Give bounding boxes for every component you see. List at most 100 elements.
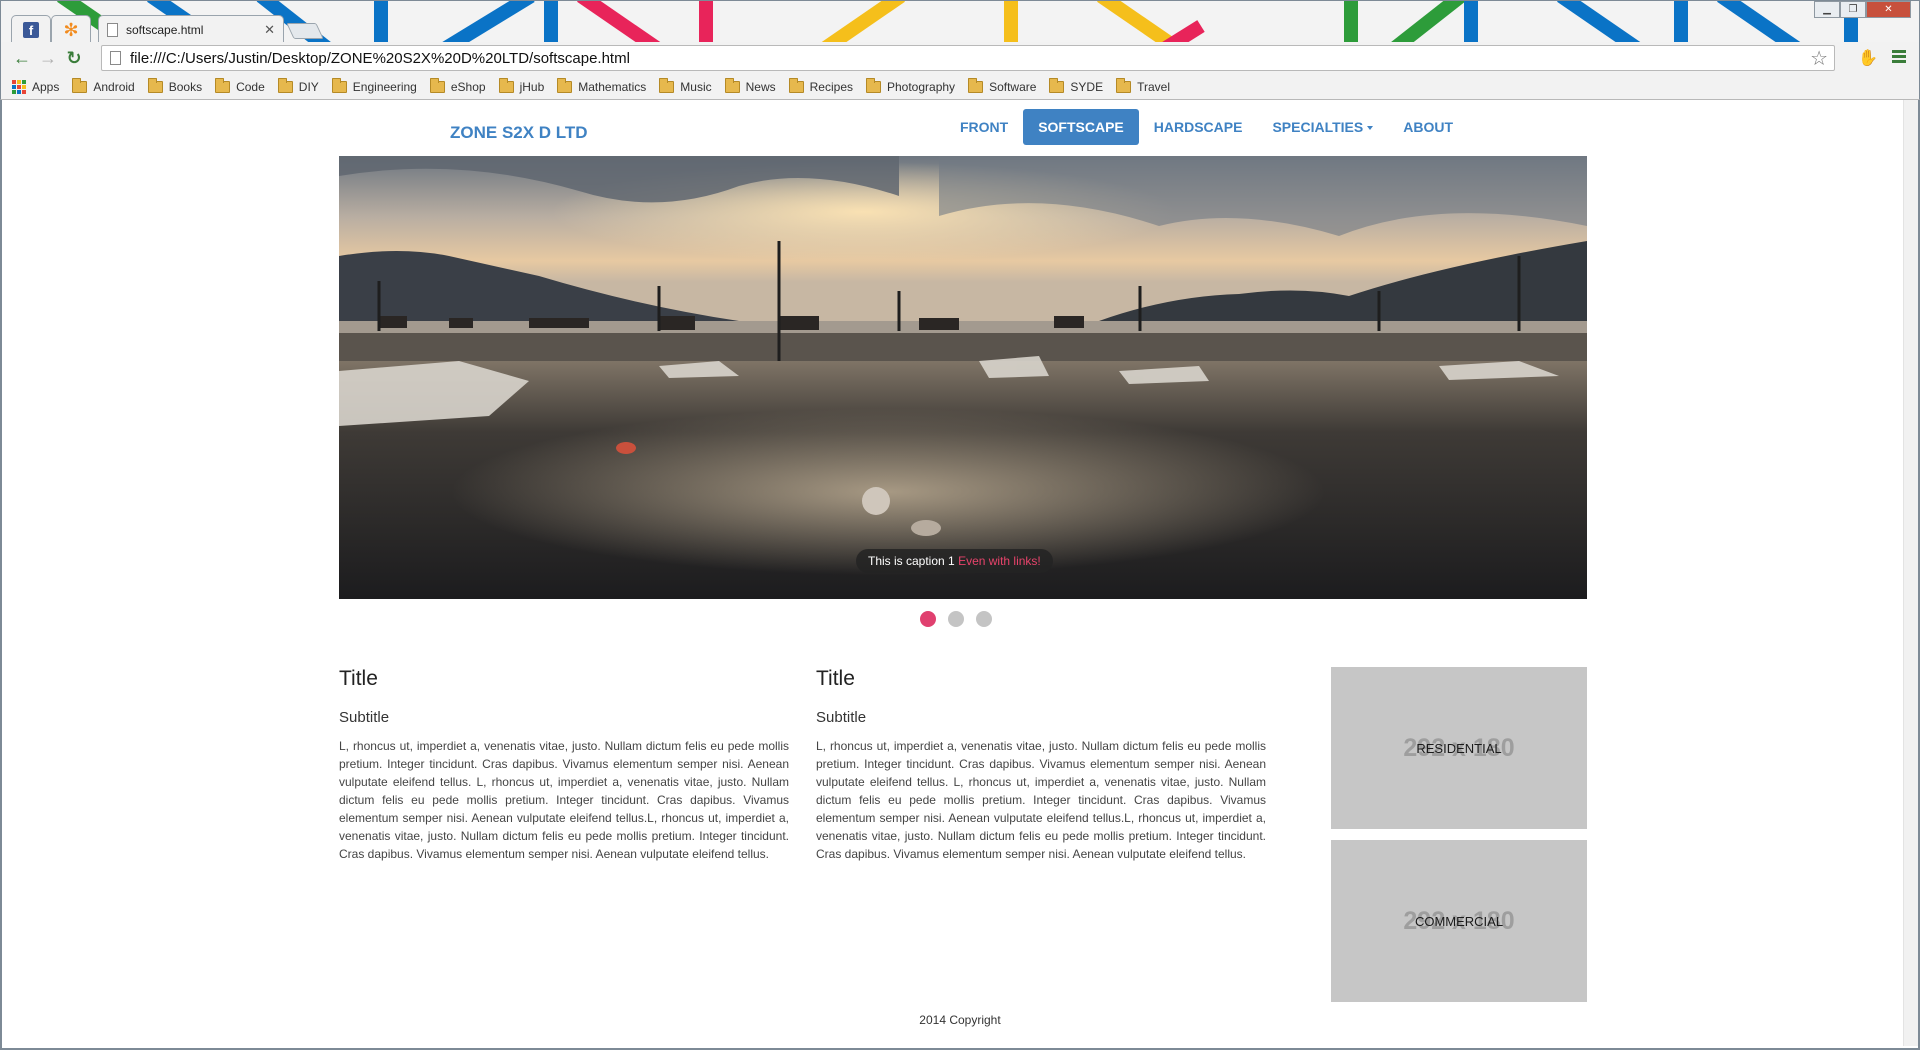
bookmark-star-icon[interactable]: ☆ bbox=[1810, 46, 1828, 71]
pinned-tab-facebook[interactable]: f bbox=[11, 15, 51, 42]
column-subtitle: Subtitle bbox=[339, 709, 390, 726]
nav-specialties[interactable]: SPECIALTIES bbox=[1257, 109, 1388, 145]
nav-hardscape[interactable]: HARDSCAPE bbox=[1139, 109, 1258, 145]
page-icon bbox=[110, 51, 121, 65]
column-body: L, rhoncus ut, imperdiet a, venenatis vi… bbox=[816, 739, 1266, 861]
bookmark-label: Travel bbox=[1137, 79, 1171, 94]
folder-icon bbox=[498, 77, 514, 93]
bookmark-folder-recipes[interactable]: Recipes bbox=[788, 77, 853, 94]
page-viewport: ZONE S2X D LTD FRONT SOFTSCAPE HARDSCAPE… bbox=[0, 100, 1920, 1050]
folder-icon bbox=[1116, 77, 1132, 93]
pinned-tab-2[interactable]: ✻ bbox=[51, 15, 91, 42]
commercial-card[interactable]: 292 x 180 COMMERCIAL bbox=[1331, 840, 1587, 1002]
bookmark-folder-news[interactable]: News bbox=[724, 77, 776, 94]
bookmark-folder-engineering[interactable]: Engineering bbox=[331, 77, 417, 94]
carousel-dot-2[interactable] bbox=[948, 611, 964, 627]
browser-titlebar: f ✻ softscape.html ✕ ▁ ❐ ✕ bbox=[0, 0, 1920, 42]
nav-front[interactable]: FRONT bbox=[945, 109, 1023, 145]
bookmark-label: Software bbox=[989, 79, 1037, 94]
restore-button[interactable]: ❐ bbox=[1840, 1, 1866, 18]
bookmark-folder-books[interactable]: Books bbox=[147, 77, 203, 94]
bookmark-folder-eshop[interactable]: eShop bbox=[429, 77, 486, 94]
bookmark-folder-jhub[interactable]: jHub bbox=[498, 77, 544, 94]
bookmark-apps[interactable]: Apps bbox=[12, 79, 60, 94]
bookmark-folder-diy[interactable]: DIY bbox=[277, 77, 319, 94]
tab-strip: f ✻ softscape.html ✕ bbox=[1, 1, 1919, 42]
bookmark-label: Mathematics bbox=[578, 79, 647, 94]
column-body: L, rhoncus ut, imperdiet a, venenatis vi… bbox=[339, 739, 789, 861]
bookmark-label: Books bbox=[168, 79, 203, 94]
bookmark-folder-android[interactable]: Android bbox=[72, 77, 135, 94]
bookmark-label: Apps bbox=[32, 79, 60, 94]
bookmark-folder-syde[interactable]: SYDE bbox=[1049, 77, 1104, 94]
vertical-scrollbar[interactable] bbox=[1903, 100, 1918, 1046]
bookmark-label: Photography bbox=[887, 79, 956, 94]
folder-icon bbox=[429, 77, 445, 93]
bookmark-folder-photography[interactable]: Photography bbox=[866, 77, 956, 94]
bookmark-folder-travel[interactable]: Travel bbox=[1116, 77, 1171, 94]
bookmark-label: DIY bbox=[298, 79, 319, 94]
folder-icon bbox=[147, 77, 163, 93]
url-text[interactable]: file:///C:/Users/Justin/Desktop/ZONE%20S… bbox=[130, 50, 1810, 67]
folder-icon bbox=[331, 77, 347, 93]
nav-softscape[interactable]: SOFTSCAPE bbox=[1023, 109, 1139, 145]
bookmark-folder-software[interactable]: Software bbox=[968, 77, 1037, 94]
minimize-button[interactable]: ▁ bbox=[1814, 1, 1840, 18]
back-button[interactable]: ← bbox=[9, 45, 35, 71]
site-navbar: ZONE S2X D LTD FRONT SOFTSCAPE HARDSCAPE… bbox=[338, 109, 1586, 147]
tab-softscape[interactable]: softscape.html ✕ bbox=[98, 15, 284, 42]
bookmark-label: Code bbox=[236, 79, 265, 94]
browser-toolbar: ← → ↻ file:///C:/Users/Justin/Desktop/ZO… bbox=[0, 42, 1920, 74]
extension-icon[interactable]: ✋ bbox=[1858, 48, 1878, 68]
carousel-dot-1[interactable] bbox=[920, 611, 936, 627]
reload-button[interactable]: ↻ bbox=[61, 45, 87, 71]
caption-text: This is caption 1 bbox=[868, 554, 955, 568]
caption-link[interactable]: Even with links! bbox=[958, 554, 1041, 568]
site-brand[interactable]: ZONE S2X D LTD bbox=[450, 123, 588, 143]
nav-menu: FRONT SOFTSCAPE HARDSCAPE SPECIALTIES AB… bbox=[945, 109, 1468, 145]
column-title: Title bbox=[816, 667, 855, 690]
folder-icon bbox=[277, 77, 293, 93]
folder-icon bbox=[788, 77, 804, 93]
carousel-slide[interactable]: This is caption 1 Even with links! bbox=[339, 156, 1587, 599]
page-icon bbox=[107, 22, 118, 37]
window-close-button[interactable]: ✕ bbox=[1866, 1, 1911, 18]
folder-icon bbox=[659, 77, 675, 93]
folder-icon bbox=[215, 77, 231, 93]
column-subtitle: Subtitle bbox=[816, 709, 867, 726]
bookmark-folder-mathematics[interactable]: Mathematics bbox=[557, 77, 647, 94]
forward-button[interactable]: → bbox=[35, 45, 61, 71]
nav-specialties-label: SPECIALTIES bbox=[1272, 119, 1364, 135]
bookmark-label: Android bbox=[93, 79, 135, 94]
caret-down-icon bbox=[1367, 126, 1374, 131]
new-tab-button[interactable] bbox=[286, 23, 324, 39]
footer-copyright: 2014 Copyright bbox=[919, 1013, 1001, 1027]
content-column-2: Title Subtitle L, rhoncus ut, imperdiet … bbox=[816, 667, 1266, 863]
folder-icon bbox=[866, 77, 881, 93]
bookmarks-bar: Apps Android Books Code DIY Engineering … bbox=[0, 74, 1920, 100]
tab-title: softscape.html bbox=[126, 22, 204, 37]
harbor-sunset-photo bbox=[339, 156, 1587, 599]
card-label: RESIDENTIAL bbox=[1416, 740, 1502, 756]
window-controls: ▁ ❐ ✕ bbox=[1814, 1, 1911, 18]
close-icon[interactable]: ✕ bbox=[264, 22, 275, 38]
carousel-caption: This is caption 1 Even with links! bbox=[856, 549, 1053, 573]
bookmark-label: SYDE bbox=[1070, 79, 1104, 94]
address-bar[interactable]: file:///C:/Users/Justin/Desktop/ZONE%20S… bbox=[101, 45, 1835, 71]
bookmark-folder-music[interactable]: Music bbox=[659, 77, 712, 94]
nav-about[interactable]: ABOUT bbox=[1388, 109, 1468, 145]
bookmark-label: Engineering bbox=[352, 79, 417, 94]
facebook-icon: f bbox=[23, 21, 39, 38]
folder-icon bbox=[968, 77, 984, 93]
folder-icon bbox=[72, 77, 88, 93]
chrome-menu-icon[interactable] bbox=[1889, 48, 1909, 68]
folder-icon bbox=[557, 77, 573, 93]
column-title: Title bbox=[339, 667, 378, 690]
flower-icon: ✻ bbox=[63, 19, 79, 40]
carousel-dot-3[interactable] bbox=[976, 611, 992, 627]
bookmark-label: Recipes bbox=[809, 79, 853, 94]
bookmark-label: eShop bbox=[450, 79, 486, 94]
apps-icon bbox=[12, 79, 26, 94]
bookmark-folder-code[interactable]: Code bbox=[215, 77, 265, 94]
residential-card[interactable]: 292 x 180 RESIDENTIAL bbox=[1331, 667, 1587, 829]
